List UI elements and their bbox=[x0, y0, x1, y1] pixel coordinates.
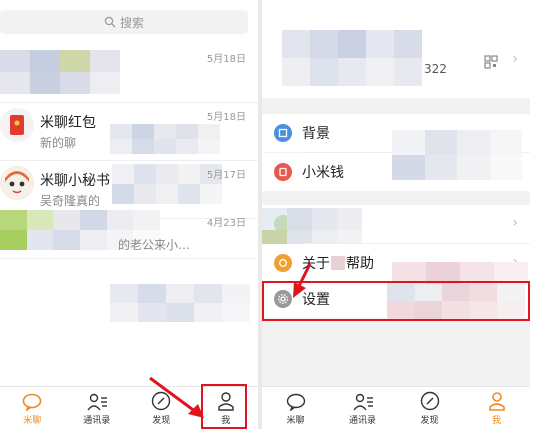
chat-date: 4月23日 bbox=[206, 218, 246, 229]
background-icon bbox=[274, 124, 292, 142]
blurred-preview bbox=[110, 124, 220, 154]
tab-mi-chat[interactable]: 米聊 bbox=[0, 387, 65, 429]
compass-icon bbox=[420, 391, 439, 411]
search-bar[interactable]: 搜索 bbox=[0, 10, 248, 34]
chat-date: 5月18日 bbox=[206, 112, 246, 123]
chat-date: 5月18日 bbox=[206, 54, 246, 65]
red-packet-avatar bbox=[0, 108, 34, 142]
chat-date: 5月17日 bbox=[206, 170, 246, 181]
tab-contacts[interactable]: 通讯录 bbox=[65, 387, 130, 429]
chat-list-screen: 搜索 5月18日 米聊红包 新的聊 5月18日 米聊小秘书 吴奇隆真的 5月17… bbox=[0, 0, 258, 429]
chat-name: 米聊红包 bbox=[40, 115, 96, 131]
tab-label: 米聊 bbox=[23, 416, 42, 426]
menu-item-label-suffix: 帮助 bbox=[346, 256, 374, 272]
chat-preview: 吴奇隆真的 bbox=[40, 194, 101, 208]
chat-bubble-icon bbox=[286, 393, 305, 411]
chat-preview: 的老公来小… bbox=[118, 238, 191, 252]
menu-item-label: 小米钱 bbox=[302, 165, 344, 181]
chat-preview: 新的聊 bbox=[40, 136, 77, 150]
chat-item[interactable]: 5月18日 bbox=[0, 44, 258, 103]
chat-item[interactable]: 米聊红包 新的聊 5月18日 bbox=[0, 102, 258, 161]
chevron-right-icon: › bbox=[512, 215, 518, 231]
page-margin bbox=[530, 0, 553, 429]
profile-id-suffix: 322 bbox=[424, 62, 447, 76]
red-arrow-icon bbox=[293, 263, 312, 298]
red-arrow-icon bbox=[149, 376, 204, 418]
blurred-row-content bbox=[392, 130, 522, 180]
contacts-icon bbox=[352, 393, 373, 411]
blurred-profile-info bbox=[282, 30, 422, 86]
chat-name: 米聊小秘书 bbox=[40, 173, 110, 189]
bottom-tab-bar: 米聊 通讯录 发现 我 bbox=[262, 386, 530, 429]
red-packet-icon bbox=[10, 115, 24, 135]
profile-card[interactable]: 322 › bbox=[262, 0, 530, 98]
tab-label: 我 bbox=[491, 416, 501, 426]
tab-mi-chat[interactable]: 米聊 bbox=[262, 387, 329, 429]
tab-label: 发现 bbox=[420, 416, 439, 426]
search-icon bbox=[104, 16, 116, 28]
chat-item[interactable]: 的老公来小… 4月23日 bbox=[0, 208, 258, 259]
chevron-right-icon: › bbox=[512, 51, 518, 67]
chat-bubble-icon bbox=[22, 393, 42, 411]
blurred-character bbox=[331, 256, 345, 270]
menu-item-label: 背景 bbox=[302, 126, 330, 142]
me-screen: 322 › 背景 小米钱 › › bbox=[262, 0, 530, 429]
blurred-avatar-and-name bbox=[0, 50, 120, 94]
cartoon-girl-icon bbox=[1, 167, 33, 199]
tab-label: 通讯录 bbox=[348, 416, 376, 426]
qr-code-icon[interactable] bbox=[484, 55, 498, 69]
person-icon bbox=[488, 392, 505, 411]
blurred-preview bbox=[112, 164, 222, 204]
search-placeholder: 搜索 bbox=[119, 15, 144, 30]
tab-discover[interactable]: 发现 bbox=[396, 387, 463, 429]
tab-contacts[interactable]: 通讯录 bbox=[329, 387, 396, 429]
tab-label: 通讯录 bbox=[83, 416, 111, 426]
contacts-icon bbox=[87, 393, 107, 411]
blurred-chat-fragment bbox=[110, 284, 250, 322]
wallet-icon bbox=[274, 163, 292, 181]
tab-me[interactable]: 我 bbox=[463, 387, 530, 429]
tab-label: 米聊 bbox=[286, 416, 305, 426]
assistant-avatar bbox=[0, 166, 34, 200]
